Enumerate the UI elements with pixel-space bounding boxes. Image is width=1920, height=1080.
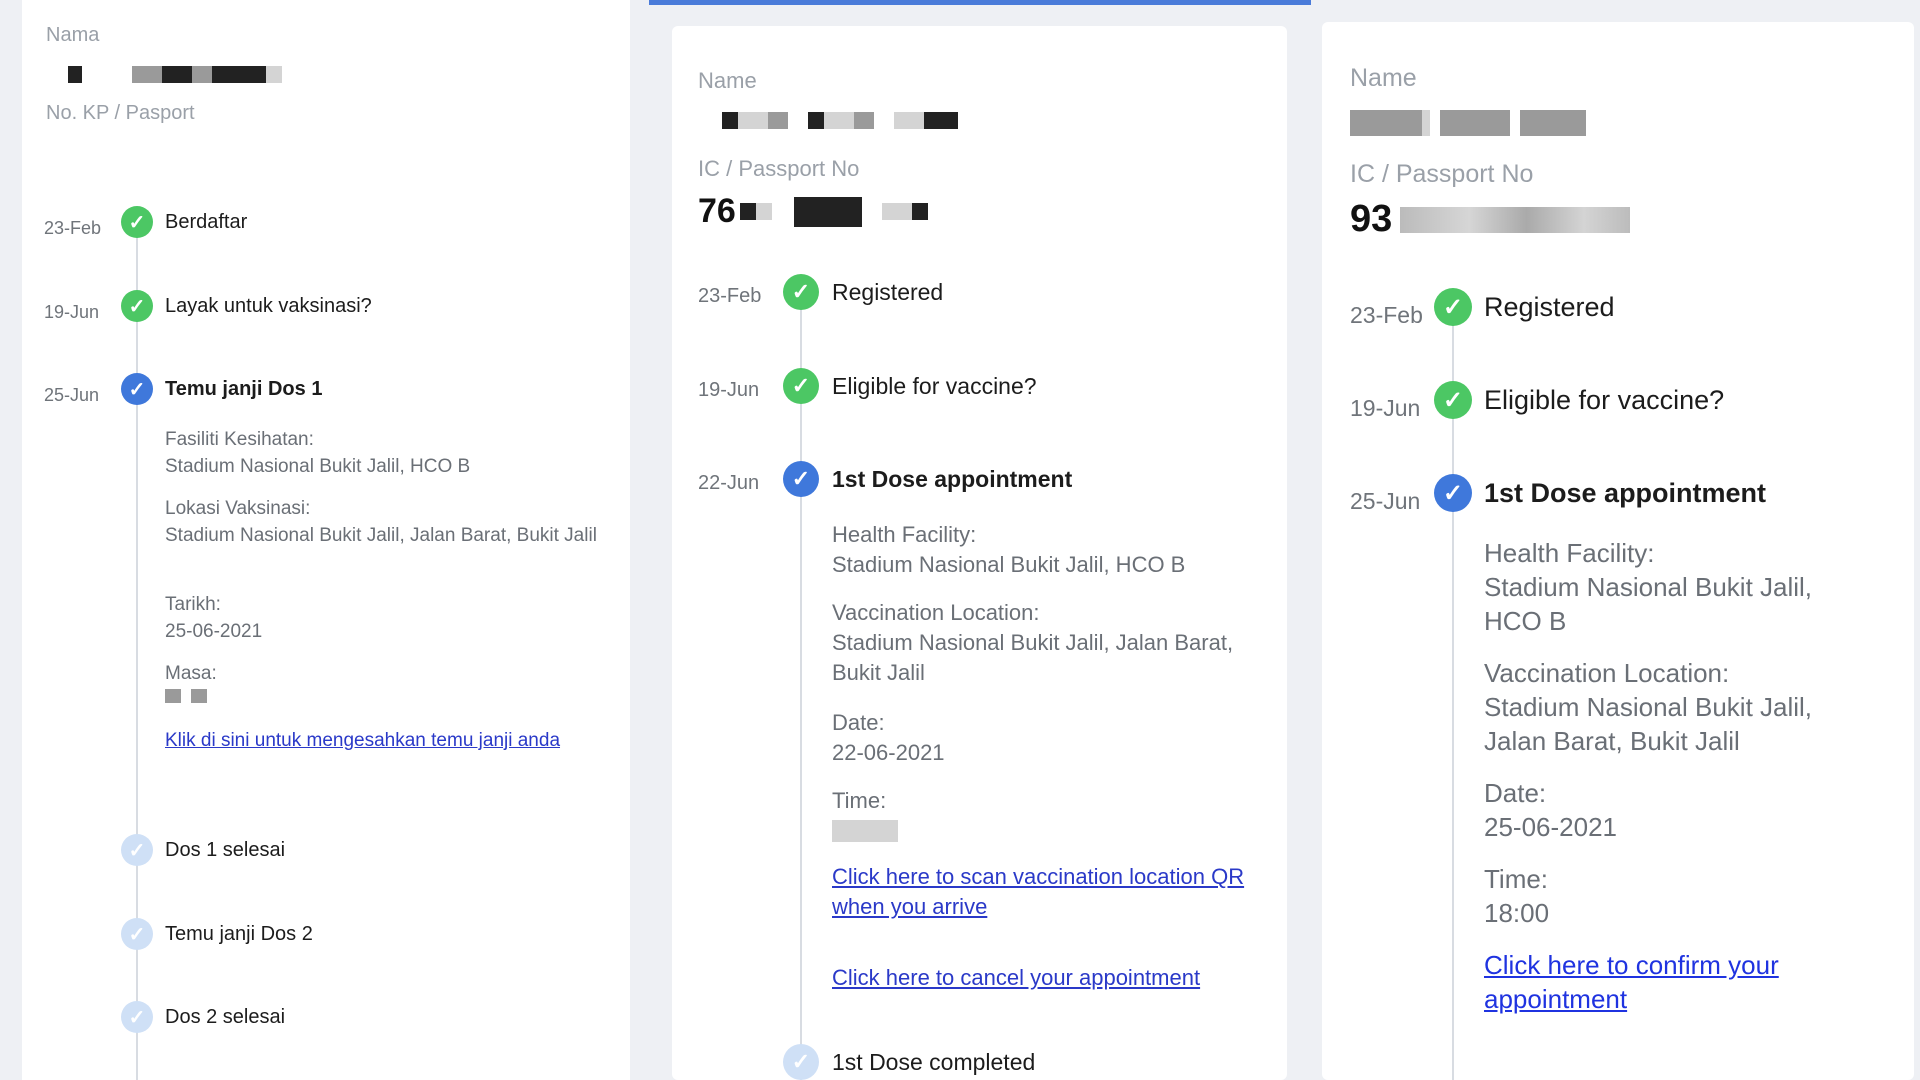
detail-label: Time: (832, 788, 887, 813)
check-circle-green-icon: ✓ (121, 290, 153, 322)
detail-label: Time: (1484, 864, 1549, 894)
detail-label: Masa: (165, 663, 217, 684)
id-label: No. KP / Pasport (46, 102, 195, 124)
detail-facility: Fasiliti Kesihatan: Stadium Nasional Buk… (165, 426, 605, 480)
timeline-date: 19-Jun (698, 379, 760, 401)
timeline-title: Registered (832, 279, 944, 305)
detail-value: Stadium Nasional Bukit Jalil, Jalan Bara… (165, 525, 597, 546)
detail-time: Masa: (165, 660, 605, 703)
confirm-appointment-link[interactable]: Click here to confirm your appointment (1484, 948, 1864, 1016)
redacted-time (832, 820, 1262, 842)
detail-value: Stadium Nasional Bukit Jalil, Jalan Bara… (832, 630, 1234, 685)
detail-time: Time: 18:00 (1484, 862, 1864, 930)
check-circle-green-icon: ✓ (121, 206, 153, 238)
timeline-title: Berdaftar (165, 211, 248, 233)
detail-label: Health Facility: (1484, 538, 1655, 568)
id-number: 76 (698, 192, 928, 231)
panel-malay: Nama No. KP / Pasport 23-Feb ✓ Berdaftar… (22, 0, 630, 1080)
detail-value: 22-06-2021 (832, 740, 945, 765)
timeline-date: 22-Jun (698, 472, 760, 494)
detail-date: Date: 22-06-2021 (832, 708, 1262, 768)
detail-label: Lokasi Vaksinasi: (165, 498, 311, 519)
detail-facility: Health Facility: Stadium Nasional Bukit … (1484, 536, 1864, 638)
timeline-title: Dos 1 selesai (165, 839, 286, 861)
scan-qr-link[interactable]: Click here to scan vaccination location … (832, 862, 1272, 922)
detail-value: Stadium Nasional Bukit Jalil, HCO B (165, 456, 471, 477)
detail-label: Vaccination Location: (832, 600, 1040, 625)
redacted-name (68, 66, 282, 83)
redacted-name (722, 112, 958, 129)
detail-value: Stadium Nasional Bukit Jalil, HCO B (832, 552, 1186, 577)
detail-time: Time: (832, 786, 1262, 842)
id-number: 93 (1350, 198, 1631, 241)
timeline-line (1452, 308, 1454, 1080)
timeline-title: Registered (1484, 292, 1615, 322)
check-circle-green-icon: ✓ (783, 368, 819, 404)
timeline-title: Eligible for vaccine? (1484, 385, 1725, 415)
check-circle-pale-icon: ✓ (121, 918, 153, 950)
check-circle-green-icon: ✓ (1434, 288, 1472, 326)
name-label: Nama (46, 24, 100, 46)
timeline-date: 19-Jun (44, 302, 100, 322)
detail-value: 25-06-2021 (165, 621, 263, 642)
id-label: IC / Passport No (698, 156, 860, 181)
panel-english-b: Name IC / Passport No 93 23-Feb ✓ Regist… (1322, 22, 1914, 1080)
detail-location: Vaccination Location: Stadium Nasional B… (832, 598, 1262, 688)
detail-label: Tarikh: (165, 594, 221, 615)
timeline-title: 1st Dose appointment (1484, 478, 1767, 508)
check-circle-blue-icon: ✓ (1434, 474, 1472, 512)
check-circle-blue-icon: ✓ (783, 461, 819, 497)
detail-location: Vaccination Location: Stadium Nasional B… (1484, 656, 1864, 758)
active-tab-indicator (649, 0, 1311, 5)
name-label: Name (1350, 64, 1417, 92)
id-prefix: 93 (1350, 198, 1393, 240)
timeline-title: Dos 2 selesai (165, 1006, 286, 1028)
detail-label: Date: (832, 710, 885, 735)
timeline-title: 1st Dose appointment (832, 466, 1073, 492)
check-circle-blue-icon: ✓ (121, 373, 153, 405)
detail-facility: Health Facility: Stadium Nasional Bukit … (832, 520, 1262, 580)
check-circle-green-icon: ✓ (1434, 381, 1472, 419)
name-label: Name (698, 68, 757, 93)
timeline-date: 25-Jun (44, 385, 100, 405)
detail-label: Fasiliti Kesihatan: (165, 429, 314, 450)
timeline-date: 23-Feb (698, 285, 762, 307)
timeline-date: 23-Feb (1350, 302, 1423, 328)
timeline-line (800, 288, 802, 1080)
detail-location: Lokasi Vaksinasi: Stadium Nasional Bukit… (165, 495, 605, 549)
redacted-name (1350, 110, 1586, 136)
detail-value: Stadium Nasional Bukit Jalil, HCO B (1484, 572, 1813, 636)
confirm-appointment-link[interactable]: Klik di sini untuk mengesahkan temu janj… (165, 727, 605, 754)
detail-value: 25-06-2021 (1484, 812, 1617, 842)
redacted-time (165, 689, 605, 703)
timeline-date: 19-Jun (1350, 395, 1421, 421)
detail-label: Date: (1484, 778, 1547, 808)
timeline-date: 25-Jun (1350, 488, 1421, 514)
detail-value: Stadium Nasional Bukit Jalil, Jalan Bara… (1484, 692, 1813, 756)
id-prefix: 76 (698, 192, 736, 230)
detail-date: Tarikh: 25-06-2021 (165, 591, 605, 645)
timeline-line (136, 222, 138, 1080)
detail-value: 18:00 (1484, 898, 1550, 928)
check-circle-green-icon: ✓ (783, 274, 819, 310)
detail-label: Health Facility: (832, 522, 977, 547)
timeline-title: Temu janji Dos 1 (165, 378, 323, 400)
id-label: IC / Passport No (1350, 160, 1534, 188)
timeline-title: Temu janji Dos 2 (165, 923, 313, 945)
timeline-title: Layak untuk vaksinasi? (165, 295, 372, 317)
panel-english-a: Name IC / Passport No 76 23-Feb ✓ Regist… (672, 26, 1287, 1080)
check-circle-pale-icon: ✓ (121, 1001, 153, 1033)
timeline-title: Eligible for vaccine? (832, 373, 1037, 399)
timeline-title: 1st Dose completed (832, 1049, 1036, 1075)
detail-label: Vaccination Location: (1484, 658, 1730, 688)
cancel-appointment-link[interactable]: Click here to cancel your appointment (832, 963, 1272, 993)
detail-date: Date: 25-06-2021 (1484, 776, 1864, 844)
check-circle-pale-icon: ✓ (121, 834, 153, 866)
check-circle-pale-icon: ✓ (783, 1044, 819, 1080)
timeline-date: 23-Feb (44, 218, 102, 238)
